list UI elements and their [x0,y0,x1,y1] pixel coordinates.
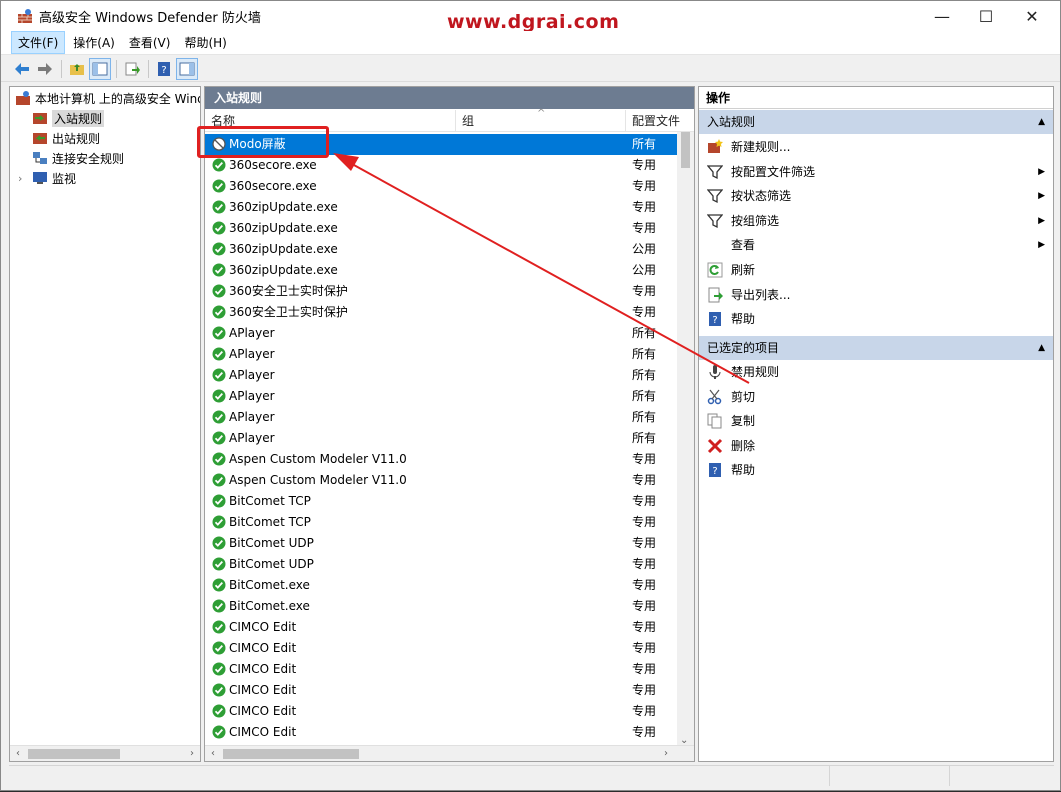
firewall-window: 高级安全 Windows Defender 防火墙 www.dgrai.com … [0,0,1061,791]
annotation-arrow [333,153,750,384]
